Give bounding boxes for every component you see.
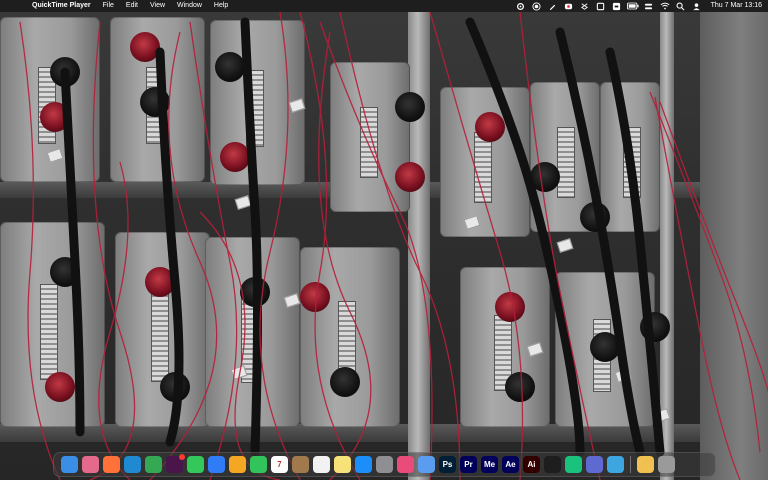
calendar-icon[interactable]: 7 — [271, 456, 288, 473]
photoshop-icon[interactable]: Ps — [439, 456, 456, 473]
menu-edit[interactable]: Edit — [120, 0, 144, 12]
after-effects-icon[interactable]: Ae — [502, 456, 519, 473]
trash-icon[interactable] — [658, 456, 675, 473]
menu-bar: QuickTime Player File Edit View Window H… — [0, 0, 768, 12]
search-icon[interactable] — [675, 0, 687, 12]
folder-icon[interactable] — [637, 456, 654, 473]
facetime-icon[interactable] — [250, 456, 267, 473]
finder-icon[interactable] — [61, 456, 78, 473]
reminders-icon[interactable] — [313, 456, 330, 473]
control-center-icon[interactable] — [643, 0, 655, 12]
chrome-icon[interactable] — [145, 456, 162, 473]
battery-icon[interactable] — [626, 0, 639, 12]
vscode-icon[interactable] — [124, 456, 141, 473]
apple-icon[interactable] — [8, 0, 18, 12]
desktop — [0, 0, 768, 480]
status-area: Thu 7 Mar 13:16 — [513, 0, 768, 12]
messages-icon[interactable] — [187, 456, 204, 473]
illustrator-icon[interactable]: Ai — [523, 456, 540, 473]
figma-icon[interactable] — [544, 456, 561, 473]
dropbox-icon[interactable] — [579, 0, 591, 12]
power-cable — [605, 47, 665, 457]
menu-view[interactable]: View — [144, 0, 171, 12]
input-source-icon[interactable] — [611, 0, 623, 12]
slack-icon[interactable] — [166, 454, 185, 473]
arc-icon[interactable] — [397, 456, 414, 473]
media-encoder-icon[interactable]: Me — [481, 456, 498, 473]
user-icon[interactable] — [691, 0, 703, 12]
dock-separator — [630, 456, 631, 473]
record-icon[interactable] — [531, 0, 543, 12]
wiring-overlay — [19, 12, 768, 480]
app-menu[interactable]: QuickTime Player — [26, 0, 97, 12]
power-cable — [465, 17, 585, 457]
photos-icon[interactable] — [229, 456, 246, 473]
system-settings-icon[interactable] — [376, 456, 393, 473]
notification-badge — [179, 454, 185, 460]
video-frame[interactable] — [0, 12, 768, 480]
settings-icon[interactable] — [515, 0, 527, 12]
premiere-icon[interactable]: Pr — [460, 456, 477, 473]
firefox-icon[interactable] — [103, 456, 120, 473]
preview-icon[interactable] — [418, 456, 435, 473]
menu-help[interactable]: Help — [208, 0, 234, 12]
power-cable — [240, 17, 262, 457]
wifi-icon[interactable] — [659, 0, 671, 12]
power-cable — [60, 67, 85, 437]
notes-brown-icon[interactable] — [292, 456, 309, 473]
linear-icon[interactable] — [586, 456, 603, 473]
menu-window[interactable]: Window — [171, 0, 208, 12]
dock: 7 Ps Pr Me Ae Ai — [53, 452, 716, 477]
notes-icon[interactable] — [334, 456, 351, 473]
quicktime-icon[interactable] — [607, 456, 624, 473]
mail-icon[interactable] — [208, 456, 225, 473]
pen-icon[interactable] — [547, 0, 559, 12]
app-store-icon[interactable] — [355, 456, 372, 473]
extension-icon[interactable] — [563, 0, 575, 12]
menu-clock[interactable]: Thu 7 Mar 13:16 — [705, 0, 762, 12]
menu-file[interactable]: File — [97, 0, 120, 12]
launchpad-icon[interactable] — [82, 456, 99, 473]
square-icon[interactable] — [595, 0, 607, 12]
chatgpt-icon[interactable] — [565, 456, 582, 473]
